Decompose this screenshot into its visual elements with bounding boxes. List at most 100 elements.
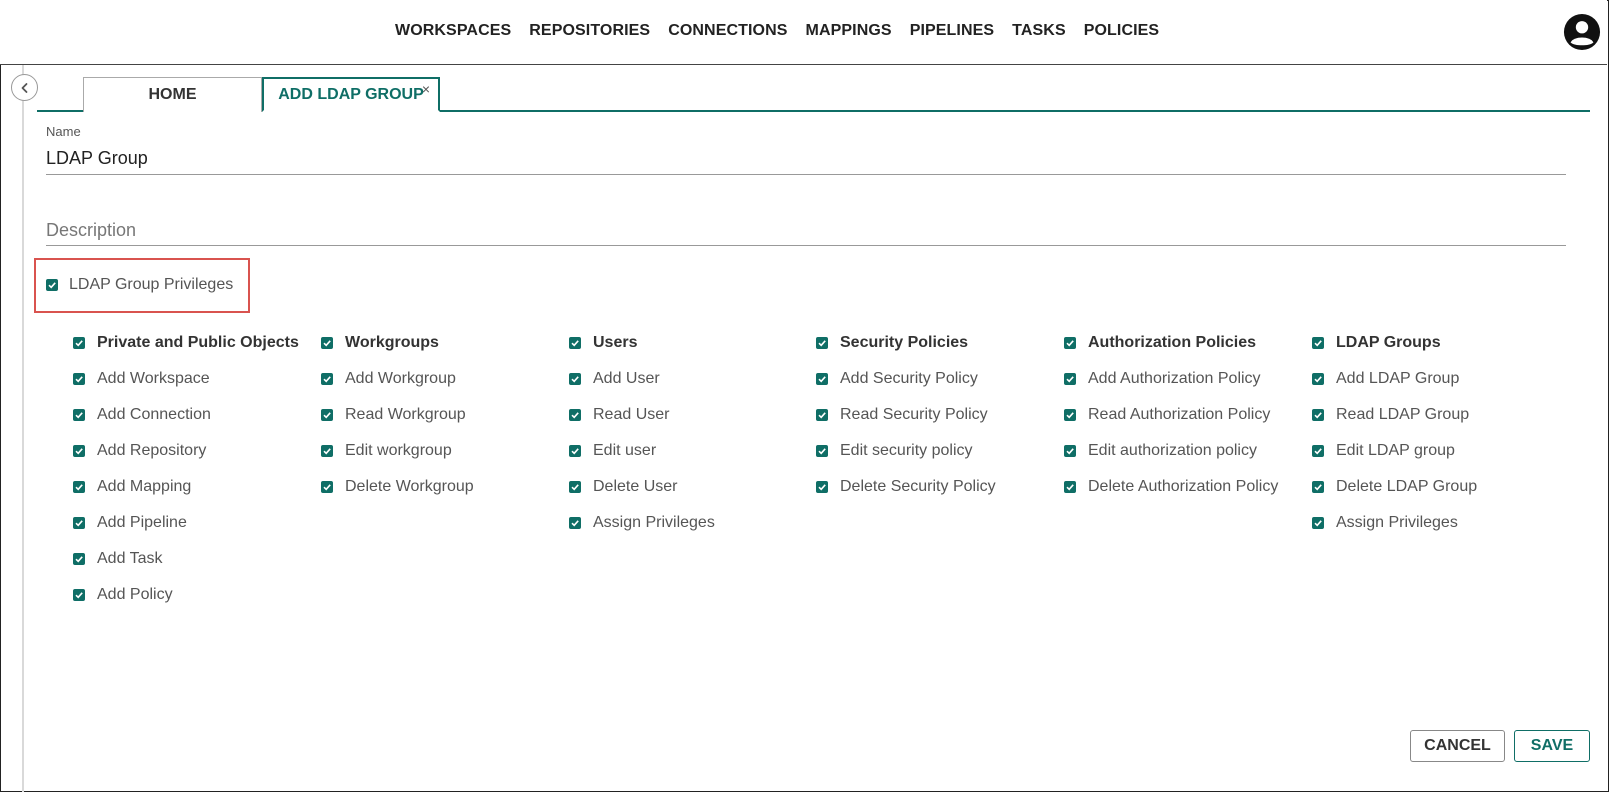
privilege-item[interactable]: Delete Workgroup [321, 469, 474, 505]
checkbox-checked-icon[interactable] [73, 409, 85, 421]
checkbox-checked-icon[interactable] [46, 279, 58, 291]
privilege-item[interactable]: Delete Authorization Policy [1064, 469, 1278, 505]
chevron-left-icon[interactable] [11, 74, 38, 101]
description-field-underline [46, 245, 1566, 246]
checkbox-checked-icon[interactable] [816, 481, 828, 493]
privilege-item[interactable]: Add Mapping [73, 469, 299, 505]
checkbox-checked-icon[interactable] [321, 373, 333, 385]
privilege-item[interactable]: Read Workgroup [321, 397, 474, 433]
checkbox-checked-icon[interactable] [1312, 517, 1324, 529]
privilege-item[interactable]: Read User [569, 397, 715, 433]
privilege-item[interactable]: Delete Security Policy [816, 469, 996, 505]
privilege-item-label: Add LDAP Group [1336, 370, 1460, 387]
description-field[interactable]: Description [46, 220, 136, 241]
privilege-item[interactable]: Delete User [569, 469, 715, 505]
checkbox-checked-icon[interactable] [73, 481, 85, 493]
checkbox-checked-icon[interactable] [321, 445, 333, 457]
privilege-item[interactable]: Read Security Policy [816, 397, 996, 433]
privilege-item[interactable]: Edit authorization policy [1064, 433, 1278, 469]
privilege-item[interactable]: Add LDAP Group [1312, 361, 1477, 397]
close-icon[interactable]: × [422, 81, 430, 97]
privilege-item[interactable]: Assign Privileges [569, 505, 715, 541]
checkbox-checked-icon[interactable] [1064, 481, 1076, 493]
name-field[interactable]: LDAP Group [46, 148, 148, 169]
checkbox-checked-icon[interactable] [816, 373, 828, 385]
privilege-item[interactable]: Add Task [73, 541, 299, 577]
checkbox-checked-icon[interactable] [1064, 409, 1076, 421]
privilege-item-label: Assign Privileges [1336, 514, 1458, 531]
privilege-item[interactable]: Add Workspace [73, 361, 299, 397]
checkbox-checked-icon[interactable] [73, 445, 85, 457]
checkbox-checked-icon[interactable] [569, 445, 581, 457]
privilege-item[interactable]: Add Authorization Policy [1064, 361, 1278, 397]
nav-repositories[interactable]: REPOSITORIES [529, 22, 650, 40]
name-field-underline [46, 174, 1566, 175]
privilege-item[interactable]: Delete LDAP Group [1312, 469, 1477, 505]
privilege-header[interactable]: Private and Public Objects [73, 325, 299, 361]
checkbox-checked-icon[interactable] [816, 445, 828, 457]
privilege-header[interactable]: LDAP Groups [1312, 325, 1477, 361]
privilege-item[interactable]: Add Connection [73, 397, 299, 433]
checkbox-checked-icon[interactable] [569, 373, 581, 385]
privilege-item[interactable]: Add Security Policy [816, 361, 996, 397]
checkbox-checked-icon[interactable] [1312, 373, 1324, 385]
privilege-header[interactable]: Security Policies [816, 325, 996, 361]
nav-pipelines[interactable]: PIPELINES [910, 22, 994, 40]
checkbox-checked-icon[interactable] [73, 553, 85, 565]
checkbox-checked-icon[interactable] [569, 337, 581, 349]
checkbox-checked-icon[interactable] [816, 409, 828, 421]
nav-tasks[interactable]: TASKS [1012, 22, 1066, 40]
checkbox-checked-icon[interactable] [73, 589, 85, 601]
privilege-column-ldap-groups: LDAP Groups Add LDAP Group Read LDAP Gro… [1312, 325, 1477, 541]
privilege-header-label: Users [593, 334, 638, 351]
privilege-header[interactable]: Workgroups [321, 325, 474, 361]
checkbox-checked-icon[interactable] [73, 373, 85, 385]
checkbox-checked-icon[interactable] [816, 337, 828, 349]
ldap-group-privileges-checkbox[interactable]: LDAP Group Privileges [46, 276, 233, 294]
privilege-item[interactable]: Edit user [569, 433, 715, 469]
checkbox-checked-icon[interactable] [569, 481, 581, 493]
account-circle-icon[interactable] [1563, 13, 1601, 51]
privilege-item[interactable]: Edit workgroup [321, 433, 474, 469]
nav-connections[interactable]: CONNECTIONS [668, 22, 787, 40]
checkbox-checked-icon[interactable] [1312, 337, 1324, 349]
checkbox-checked-icon[interactable] [1312, 409, 1324, 421]
cancel-button[interactable]: CANCEL [1410, 730, 1505, 762]
checkbox-checked-icon[interactable] [73, 337, 85, 349]
nav-policies[interactable]: POLICIES [1084, 22, 1159, 40]
checkbox-checked-icon[interactable] [1064, 373, 1076, 385]
checkbox-checked-icon[interactable] [73, 517, 85, 529]
checkbox-checked-icon[interactable] [569, 409, 581, 421]
nav-mappings[interactable]: MAPPINGS [806, 22, 892, 40]
privilege-item-label: Add Repository [97, 442, 207, 459]
checkbox-checked-icon[interactable] [1064, 445, 1076, 457]
privilege-item[interactable]: Edit LDAP group [1312, 433, 1477, 469]
privilege-item[interactable]: Read Authorization Policy [1064, 397, 1278, 433]
privilege-item[interactable]: Add Workgroup [321, 361, 474, 397]
side-rail [22, 65, 24, 792]
privilege-column-objects: Private and Public Objects Add Workspace… [73, 325, 299, 613]
privilege-header[interactable]: Users [569, 325, 715, 361]
privilege-item[interactable]: Read LDAP Group [1312, 397, 1477, 433]
checkbox-checked-icon[interactable] [321, 409, 333, 421]
privilege-item[interactable]: Add Policy [73, 577, 299, 613]
checkbox-checked-icon[interactable] [321, 481, 333, 493]
tab-bar: HOME ADD LDAP GROUP × [37, 77, 1590, 112]
privilege-item[interactable]: Add Pipeline [73, 505, 299, 541]
save-button[interactable]: SAVE [1514, 730, 1590, 762]
privilege-item-label: Add Task [97, 550, 163, 567]
checkbox-checked-icon[interactable] [1312, 481, 1324, 493]
privilege-item[interactable]: Add Repository [73, 433, 299, 469]
checkbox-checked-icon[interactable] [1312, 445, 1324, 457]
privilege-item[interactable]: Edit security policy [816, 433, 996, 469]
privilege-header[interactable]: Authorization Policies [1064, 325, 1278, 361]
checkbox-checked-icon[interactable] [1064, 337, 1076, 349]
tab-add-ldap-group-label: ADD LDAP GROUP [278, 85, 424, 103]
tab-home[interactable]: HOME [83, 77, 262, 112]
privilege-item[interactable]: Assign Privileges [1312, 505, 1477, 541]
checkbox-checked-icon[interactable] [569, 517, 581, 529]
privilege-item[interactable]: Add User [569, 361, 715, 397]
nav-workspaces[interactable]: WORKSPACES [395, 22, 511, 40]
tab-add-ldap-group[interactable]: ADD LDAP GROUP × [262, 77, 440, 112]
checkbox-checked-icon[interactable] [321, 337, 333, 349]
